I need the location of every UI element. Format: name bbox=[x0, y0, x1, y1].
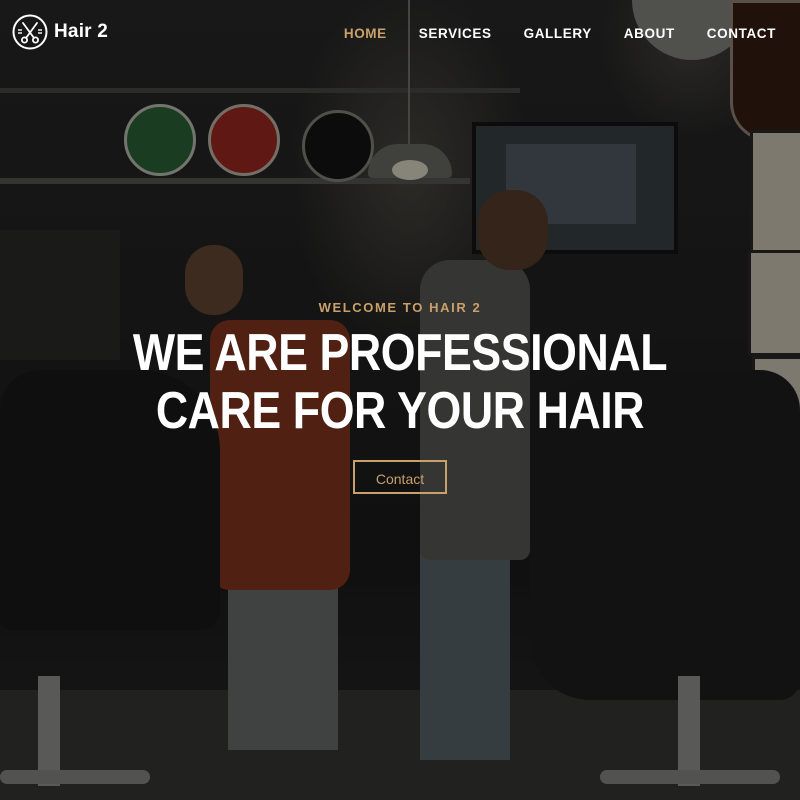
nav-link-about[interactable]: ABOUT bbox=[624, 26, 675, 42]
nav-item: GALLERY bbox=[524, 26, 592, 42]
contact-button[interactable]: Contact bbox=[353, 460, 447, 494]
nav-link-home[interactable]: HOME bbox=[344, 26, 387, 42]
site-header: Hair 2 HOME SERVICES GALLERY ABOUT CONTA… bbox=[0, 0, 800, 70]
scissors-comb-icon bbox=[12, 14, 48, 50]
nav-link-gallery[interactable]: GALLERY bbox=[524, 26, 592, 42]
hero-content: WELCOME TO HAIR 2 WE ARE PROFESSIONAL CA… bbox=[0, 300, 800, 494]
logo-link[interactable]: Hair 2 bbox=[12, 14, 108, 50]
nav-link-services[interactable]: SERVICES bbox=[419, 26, 492, 42]
hero-eyebrow: WELCOME TO HAIR 2 bbox=[318, 300, 482, 315]
brand-name: Hair 2 bbox=[54, 21, 109, 42]
nav-item: ABOUT bbox=[624, 26, 675, 42]
nav-item: CONTACT bbox=[707, 26, 776, 42]
nav-item: SERVICES bbox=[419, 26, 492, 42]
main-nav: HOME SERVICES GALLERY ABOUT CONTACT bbox=[344, 26, 776, 42]
hero-section: Hair 2 HOME SERVICES GALLERY ABOUT CONTA… bbox=[0, 0, 800, 800]
nav-item: HOME bbox=[344, 26, 387, 42]
hero-headline: WE ARE PROFESSIONAL CARE FOR YOUR HAIR bbox=[132, 324, 668, 440]
nav-link-contact[interactable]: CONTACT bbox=[707, 26, 776, 42]
